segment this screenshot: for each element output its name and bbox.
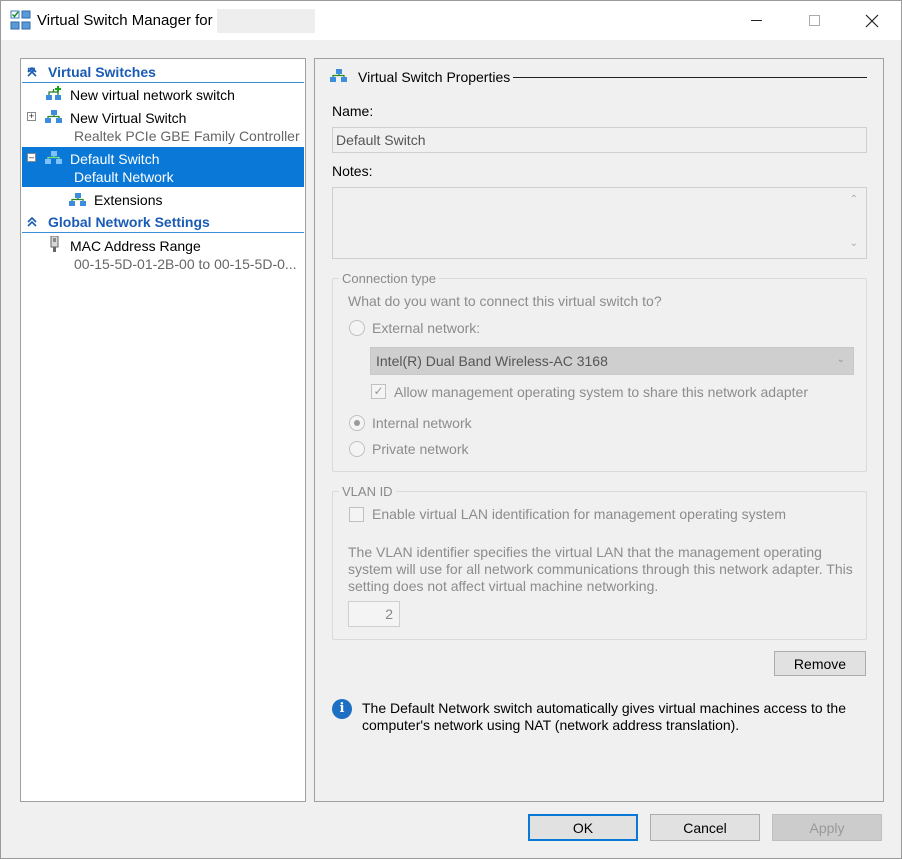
properties-panel: Virtual Switch Properties Name: Default …: [314, 58, 884, 802]
switch-tree: ⮹ Virtual Switches New virtual network s…: [20, 58, 306, 802]
global-network-settings-header[interactable]: Global Network Settings: [22, 211, 304, 233]
minimize-button[interactable]: [727, 1, 785, 40]
private-network-radio[interactable]: [349, 441, 365, 457]
internal-network-radio[interactable]: [349, 415, 365, 431]
maximize-button[interactable]: [785, 1, 843, 40]
connection-question: What do you want to connect this virtual…: [348, 293, 662, 309]
section-title: Virtual Switch Properties: [358, 69, 511, 85]
external-network-radio[interactable]: [349, 320, 365, 336]
scroll-up-icon: ⌃: [849, 194, 858, 205]
vlan-description: The VLAN identifier specifies the virtua…: [348, 544, 853, 594]
close-button[interactable]: [843, 1, 901, 40]
double-chevron-up-icon: [27, 217, 37, 227]
network-adapter-icon: [50, 236, 59, 252]
collapse-icon[interactable]: –: [27, 153, 36, 162]
enable-vlan-label: Enable virtual LAN identification for ma…: [372, 506, 786, 522]
info-text: The Default Network switch automatically…: [362, 700, 846, 733]
cancel-button[interactable]: Cancel: [650, 814, 760, 841]
vlan-id-input[interactable]: 2: [348, 601, 400, 627]
network-switch-icon: [45, 110, 62, 123]
app-icon: [10, 10, 31, 30]
maximize-icon: [808, 15, 820, 26]
new-virtual-network-switch-item[interactable]: New virtual network switch: [22, 84, 304, 106]
chevron-down-icon: ⌄: [836, 354, 845, 365]
vlan-id-title: VLAN ID: [339, 484, 396, 499]
ok-button[interactable]: OK: [528, 814, 638, 841]
connection-type-title: Connection type: [339, 271, 439, 286]
allow-management-checkbox[interactable]: ✓: [371, 384, 386, 399]
name-field[interactable]: Default Switch: [332, 127, 867, 153]
external-network-label: External network:: [372, 320, 481, 336]
tree-item-mac-address-range[interactable]: MAC Address Range 00-15-5D-01-2B-00 to 0…: [22, 234, 304, 274]
enable-vlan-checkbox[interactable]: [349, 507, 364, 522]
network-adapter-select[interactable]: Intel(R) Dual Band Wireless-AC 3168 ⌄: [370, 347, 854, 375]
window-title: Virtual Switch Manager for: [37, 12, 213, 29]
internal-network-label: Internal network: [372, 415, 472, 431]
tree-item-new-virtual-switch[interactable]: + New Virtual Switch Realtek PCIe GBE Fa…: [22, 106, 304, 146]
section-divider: [513, 77, 867, 78]
expand-icon[interactable]: +: [27, 112, 36, 121]
virtual-switches-header[interactable]: ⮹ Virtual Switches: [22, 61, 304, 83]
info-icon: i: [332, 699, 352, 719]
minimize-icon: [750, 20, 762, 21]
network-switch-icon: [330, 69, 347, 82]
extensions-icon: [69, 193, 86, 206]
scroll-down-icon: ⌄: [849, 238, 858, 249]
double-chevron-up-icon: [27, 67, 37, 77]
virtual-switch-manager-window: Virtual Switch Manager for ⮹ Virtual Swi…: [0, 0, 902, 859]
remove-button[interactable]: Remove: [774, 651, 866, 676]
private-network-label: Private network: [372, 441, 469, 457]
notes-field[interactable]: ⌃ ⌄: [332, 187, 867, 259]
redacted-host-name: [217, 9, 315, 33]
apply-button[interactable]: Apply: [772, 814, 882, 841]
tree-item-default-switch[interactable]: – Default Switch Default Network: [22, 147, 304, 187]
new-switch-icon: [46, 86, 61, 100]
notes-label: Notes:: [332, 163, 373, 179]
close-icon: [865, 14, 879, 27]
allow-management-label: Allow management operating system to sha…: [394, 384, 808, 400]
name-label: Name:: [332, 103, 374, 119]
title-bar: Virtual Switch Manager for: [1, 1, 901, 40]
tree-item-extensions[interactable]: Extensions: [22, 189, 304, 211]
network-switch-icon: [45, 151, 62, 164]
